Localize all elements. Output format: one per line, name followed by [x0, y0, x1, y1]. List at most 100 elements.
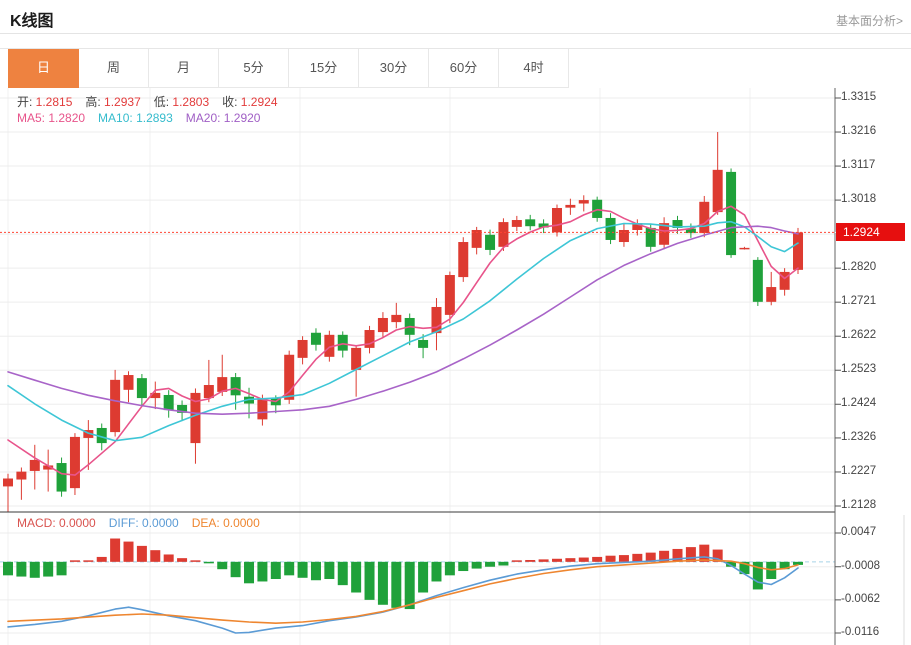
axis-tick-label: 1.3216	[841, 125, 876, 137]
readout-label: DIFF:	[109, 516, 142, 530]
candle-body	[606, 218, 616, 240]
macd-bar	[137, 546, 147, 562]
candle-body	[231, 377, 241, 395]
readout-value: 1.2815	[36, 95, 73, 109]
candle-body	[57, 463, 67, 492]
macd-bar	[231, 562, 241, 577]
dea-line	[8, 560, 798, 623]
macd-bar	[378, 562, 388, 605]
macd-bar	[70, 560, 80, 562]
readout-value: 1.2803	[172, 95, 209, 109]
candle-body	[579, 200, 589, 203]
axis-tick-label: 1.3117	[841, 159, 875, 171]
axis-tick-label: 1.2721	[841, 295, 876, 307]
macd-bar	[284, 562, 294, 575]
macd-bar	[83, 560, 93, 562]
readout-item: DEA: 0.0000	[192, 516, 260, 530]
macd-bar	[632, 554, 642, 562]
macd-bar	[177, 558, 187, 562]
readout-label: 低:	[154, 95, 173, 109]
macd-bar	[311, 562, 321, 580]
readout-label: 开:	[17, 95, 36, 109]
ma5-line	[8, 206, 798, 475]
ma-readout: MA5: 1.2820 MA10: 1.2893 MA20: 1.2920	[17, 111, 273, 125]
candle-body	[726, 172, 736, 255]
candle-body	[3, 479, 13, 487]
current-price-badge: 1.2924	[836, 223, 905, 241]
ohlc-readout: 开: 1.2815高: 1.2937低: 1.2803收: 1.2924	[17, 93, 291, 110]
readout-item: MA5: 1.2820	[17, 111, 85, 125]
macd-bar	[43, 562, 53, 577]
readout-item: 高: 1.2937	[85, 95, 140, 109]
macd-bar	[498, 562, 508, 566]
macd-bar	[485, 562, 495, 567]
macd-bar	[351, 562, 361, 593]
tab-60分[interactable]: 60分	[429, 49, 499, 88]
readout-item: MA10: 1.2893	[98, 111, 173, 125]
candle-body	[498, 222, 508, 247]
candle-body	[391, 315, 401, 322]
macd-bar	[257, 562, 267, 582]
candle-body	[30, 460, 40, 471]
fundamental-analysis-link[interactable]: 基本面分析>	[836, 12, 903, 29]
readout-item: MA20: 1.2920	[186, 111, 261, 125]
readout-value: 1.2937	[104, 95, 141, 109]
macd-bar	[150, 550, 160, 562]
axis-tick-label: 0.0047	[841, 526, 876, 538]
readout-item: DIFF: 0.0000	[109, 516, 179, 530]
tab-5分[interactable]: 5分	[219, 49, 289, 88]
candle-body	[619, 230, 629, 242]
candle-body	[592, 200, 602, 218]
macd-bar	[217, 562, 227, 569]
tab-15分[interactable]: 15分	[289, 49, 359, 88]
candle-body	[552, 208, 562, 232]
readout-label: 收:	[222, 95, 241, 109]
macd-bar	[244, 562, 254, 583]
macd-bar	[418, 562, 428, 593]
readout-value: 0.0000	[223, 516, 260, 530]
readout-label: 高:	[85, 95, 104, 109]
candle-body	[766, 287, 776, 302]
macd-bar	[525, 560, 535, 562]
macd-bar	[552, 559, 562, 562]
tab-月[interactable]: 月	[149, 49, 219, 88]
tab-4时[interactable]: 4时	[499, 49, 569, 88]
macd-bar	[110, 539, 120, 562]
tab-周[interactable]: 周	[79, 49, 149, 88]
readout-value: 0.0000	[142, 516, 179, 530]
axis-tick-label: 1.2326	[841, 431, 876, 443]
readout-label: MACD:	[17, 516, 59, 530]
macd-bar	[324, 562, 334, 579]
candle-body	[298, 340, 308, 358]
candle-body	[739, 248, 749, 250]
macd-bar	[271, 562, 281, 579]
ma10-line	[8, 222, 798, 441]
macd-bar	[124, 542, 134, 562]
candle-body	[257, 398, 267, 419]
macd-bar	[3, 562, 13, 575]
tab-日[interactable]: 日	[8, 49, 79, 88]
tab-30分[interactable]: 30分	[359, 49, 429, 88]
macd-bar	[512, 560, 522, 562]
macd-bar	[57, 562, 67, 575]
candle-body	[70, 437, 80, 488]
readout-item: 开: 1.2815	[17, 95, 72, 109]
candle-body	[164, 395, 174, 410]
candle-body	[445, 275, 455, 315]
candle-body	[512, 220, 522, 227]
readout-value: 0.0000	[59, 516, 96, 530]
candle-body	[525, 219, 535, 226]
macd-bar	[405, 562, 415, 609]
readout-label: DEA:	[192, 516, 223, 530]
readout-label: MA5:	[17, 111, 48, 125]
macd-bar	[565, 558, 575, 562]
candle-body	[110, 380, 120, 432]
macd-bar	[30, 562, 40, 578]
candle-body	[311, 333, 321, 345]
macd-bar	[539, 559, 549, 561]
axis-tick-label: 1.3018	[841, 193, 876, 205]
macd-bar	[592, 557, 602, 562]
candle-body	[753, 260, 763, 302]
macd-bar	[365, 562, 375, 600]
macd-bar	[619, 555, 629, 562]
